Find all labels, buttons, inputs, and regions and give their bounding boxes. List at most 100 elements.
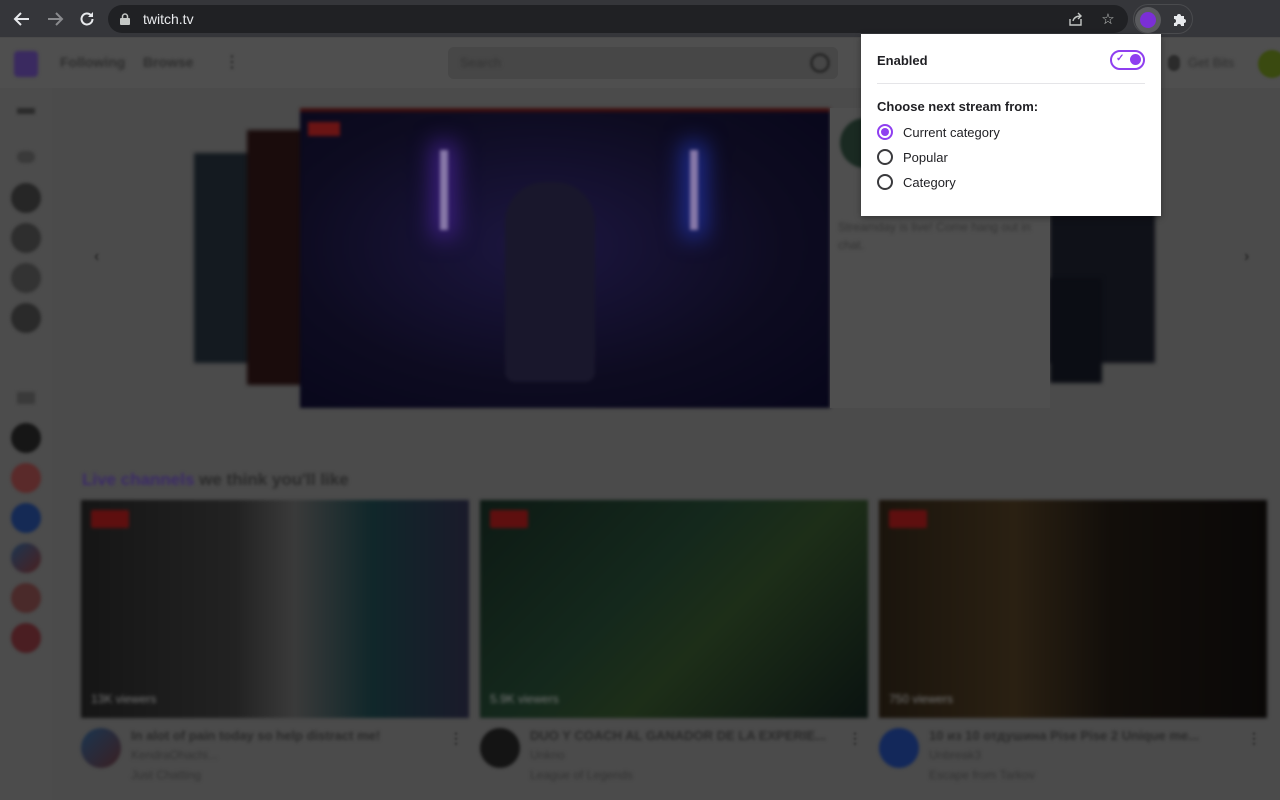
option-popular[interactable]: Popular	[877, 147, 948, 167]
browser-toolbar: twitch.tv ☆	[0, 0, 1280, 38]
channel-name[interactable]: KendraOhachi...	[131, 748, 218, 762]
recommended-channel-avatar[interactable]	[11, 623, 41, 653]
more-options-icon[interactable]: ⋮	[449, 730, 463, 747]
channel-avatar[interactable]	[81, 728, 121, 768]
featured-stream-description: Streamday is live! Come hang out in chat…	[838, 220, 1031, 252]
forward-button[interactable]	[43, 7, 67, 31]
live-badge	[490, 510, 528, 528]
share-button[interactable]	[1067, 10, 1085, 28]
recommended-channel-avatar[interactable]	[11, 463, 41, 493]
stream-title[interactable]: 10 из 10 отдушина Pise Pise 2 Unique me.…	[929, 728, 1239, 743]
category-name[interactable]: Just Chatting	[131, 768, 201, 782]
carousel-card-back[interactable]	[1050, 278, 1102, 383]
user-avatar[interactable]	[1258, 50, 1280, 78]
section-title: Live channels we think you'll like	[82, 470, 349, 490]
channel-name[interactable]: Unbreak3	[929, 748, 981, 762]
search-input[interactable]: Search	[448, 47, 838, 79]
recommended-channel-avatar[interactable]	[11, 503, 41, 533]
channel-name[interactable]: Unkno	[530, 748, 565, 762]
enabled-toggle[interactable]: ✓	[1110, 50, 1145, 70]
radio-button[interactable]	[877, 149, 893, 165]
video-camera-icon	[17, 392, 35, 404]
back-button[interactable]	[10, 7, 34, 31]
puzzle-icon	[1174, 14, 1186, 26]
featured-stream-video[interactable]	[300, 108, 830, 408]
stream-title[interactable]: DUO Y COACH AL GANADOR DE LA EXPERIE...	[530, 728, 840, 743]
viewer-count: 750 viewers	[889, 692, 954, 706]
followed-channel-avatar[interactable]	[11, 223, 41, 253]
nav-following[interactable]: Following	[60, 54, 125, 70]
star-icon: ☆	[1101, 11, 1115, 28]
more-options-icon[interactable]: ⋮	[848, 730, 862, 747]
nav-browse[interactable]: Browse	[143, 54, 194, 70]
channel-avatar[interactable]	[480, 728, 520, 768]
carousel-prev-icon[interactable]: ‹	[94, 248, 99, 266]
toggle-knob	[1130, 54, 1141, 65]
extensions-area	[1133, 4, 1193, 34]
viewer-count: 13K viewers	[91, 692, 157, 706]
option-category[interactable]: Category	[877, 172, 956, 192]
extensions-menu-button[interactable]	[1166, 7, 1192, 33]
radio-button[interactable]	[877, 174, 893, 190]
recommended-channel-avatar[interactable]	[11, 423, 41, 453]
section-title-text: we think you'll like	[194, 470, 349, 489]
followed-channel-avatar[interactable]	[11, 183, 41, 213]
auto-next-stream-extension-icon	[1140, 12, 1156, 28]
more-options-icon[interactable]: ⋮	[1247, 730, 1261, 747]
check-icon: ✓	[1116, 53, 1125, 64]
stream-thumbnail[interactable]: 13K viewers	[81, 500, 469, 718]
viewer-count: 5.9K viewers	[490, 692, 559, 706]
search-placeholder: Search	[460, 55, 502, 70]
video-content	[505, 182, 595, 382]
option-label: Current category	[903, 124, 1000, 140]
category-name[interactable]: Escape from Tarkov	[929, 768, 1035, 782]
enabled-label: Enabled	[877, 53, 928, 68]
heart-icon	[17, 151, 35, 163]
search-icon[interactable]	[810, 53, 830, 73]
bits-icon	[1168, 55, 1180, 71]
twitch-sidebar	[0, 88, 52, 800]
recommended-channel-avatar[interactable]	[11, 583, 41, 613]
twitch-logo-icon[interactable]	[14, 51, 38, 77]
video-content	[690, 150, 698, 230]
stream-card-meta: DUO Y COACH AL GANADOR DE LA EXPERIE... …	[480, 728, 868, 800]
followed-channel-avatar[interactable]	[11, 263, 41, 293]
extension-popup: Enabled ✓ Choose next stream from: Curre…	[861, 34, 1161, 216]
carousel-card-back[interactable]	[194, 153, 254, 363]
url-text: twitch.tv	[143, 11, 194, 27]
recommended-channel-avatar[interactable]	[11, 543, 41, 573]
arrow-left-icon	[13, 12, 29, 26]
stream-title[interactable]: In alot of pain today so help distract m…	[131, 728, 441, 743]
divider	[877, 83, 1145, 84]
reload-button[interactable]	[75, 7, 99, 31]
option-label: Popular	[903, 149, 948, 165]
stream-thumbnail[interactable]: 5.9K viewers	[480, 500, 868, 718]
choose-stream-label: Choose next stream from:	[877, 99, 1039, 114]
extension-button[interactable]	[1135, 7, 1161, 33]
video-content	[440, 150, 448, 230]
collapse-icon[interactable]	[17, 108, 35, 114]
section-title-link[interactable]: Live channels	[82, 470, 194, 489]
share-icon	[1069, 12, 1082, 26]
stream-card-meta: In alot of pain today so help distract m…	[81, 728, 469, 800]
live-badge	[91, 510, 129, 528]
reload-icon	[80, 12, 94, 26]
more-icon[interactable]: ⋮	[224, 52, 240, 71]
option-label: Category	[903, 174, 956, 190]
arrow-right-icon	[48, 12, 64, 26]
stream-card-meta: 10 из 10 отдушина Pise Pise 2 Unique me.…	[879, 728, 1267, 800]
channel-avatar[interactable]	[879, 728, 919, 768]
live-badge	[308, 122, 340, 136]
followed-channel-avatar[interactable]	[11, 303, 41, 333]
address-bar[interactable]: twitch.tv ☆	[108, 5, 1128, 33]
option-current-category[interactable]: Current category	[877, 122, 1000, 142]
live-badge	[889, 510, 927, 528]
lock-icon	[120, 13, 130, 25]
carousel-next-icon[interactable]: ›	[1244, 248, 1249, 266]
bookmark-button[interactable]: ☆	[1099, 10, 1117, 28]
get-bits-button[interactable]: Get Bits	[1188, 55, 1234, 70]
radio-button[interactable]	[877, 124, 893, 140]
category-name[interactable]: League of Legends	[530, 768, 633, 782]
stream-thumbnail[interactable]: 750 viewers	[879, 500, 1267, 718]
carousel-card-back[interactable]	[247, 130, 307, 385]
